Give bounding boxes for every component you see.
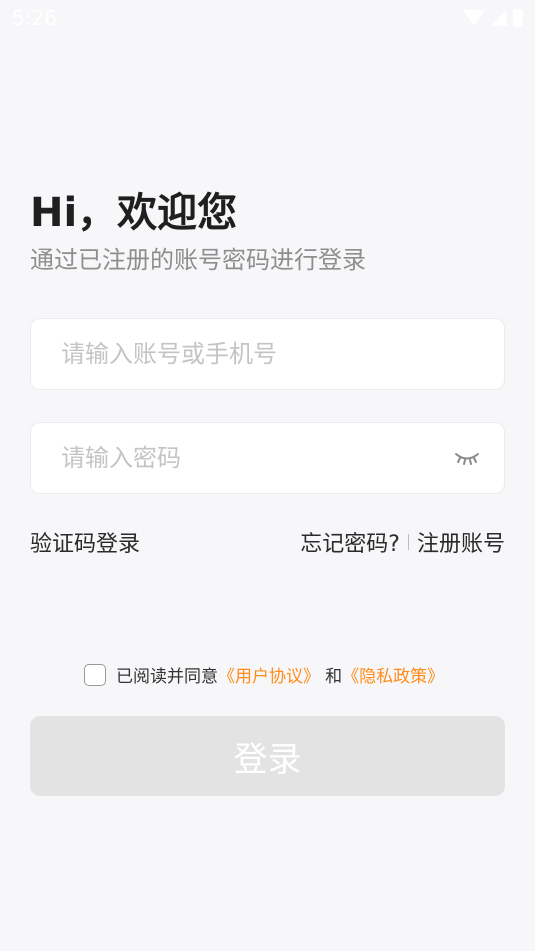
wifi-icon (463, 10, 485, 26)
status-bar: 5:26 (0, 0, 535, 36)
account-field[interactable] (30, 318, 505, 390)
agree-checkbox[interactable] (84, 663, 106, 686)
eye-closed-icon[interactable] (454, 447, 480, 467)
page-title: Hi，欢迎您 (30, 190, 238, 236)
link-divider (407, 534, 409, 550)
agreement-prefix: 已阅读并同意 (116, 667, 218, 687)
status-icons (463, 9, 523, 27)
battery-icon (513, 9, 523, 27)
status-time: 5:26 (12, 6, 57, 30)
agreement-and: 和 (325, 667, 343, 687)
user-agreement-link[interactable]: 《用户协议》 (218, 667, 320, 687)
login-button[interactable]: 登录 (30, 716, 505, 796)
forgot-password-link[interactable]: 忘记密码? (300, 526, 400, 558)
register-link[interactable]: 注册账号 (417, 526, 505, 558)
account-input[interactable] (31, 339, 504, 369)
sms-login-link[interactable]: 验证码登录 (30, 526, 140, 558)
agreement-row: 已阅读并同意《用户协议》 和《隐私政策》 (84, 662, 444, 687)
password-field[interactable] (30, 422, 505, 494)
privacy-policy-link[interactable]: 《隐私政策》 (342, 667, 444, 687)
agreement-text-wrap: 已阅读并同意《用户协议》 和《隐私政策》 (116, 662, 444, 687)
page-subtitle: 通过已注册的账号密码进行登录 (30, 246, 366, 274)
signal-icon (491, 10, 507, 26)
account-links: 忘记密码? 注册账号 (300, 526, 505, 558)
password-input[interactable] (31, 443, 504, 473)
